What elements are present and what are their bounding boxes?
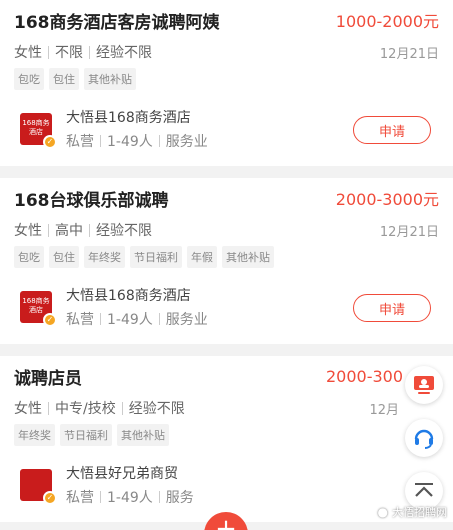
divider bbox=[48, 45, 49, 59]
job-salary: 2000-3000元 bbox=[335, 190, 439, 209]
company-industry: 服务 bbox=[165, 490, 194, 506]
company-logo-text: 168商务酒店 bbox=[22, 297, 50, 314]
watermark: ● 大悟招聘网 bbox=[378, 504, 447, 520]
divider bbox=[158, 135, 160, 147]
job-feed: 168商务酒店客房诚聘阿姨 1000-2000元 女性 不限 经验不限 12月2… bbox=[0, 0, 453, 522]
divider bbox=[48, 223, 49, 237]
company-industry: 服务业 bbox=[165, 134, 208, 150]
verified-icon: ✓ bbox=[43, 313, 57, 327]
req-gender: 女性 bbox=[14, 223, 42, 239]
benefit-tag: 包住 bbox=[49, 68, 79, 90]
apply-button[interactable]: 申请 bbox=[353, 116, 431, 144]
headset-icon bbox=[414, 429, 434, 449]
benefit-tag: 节日福利 bbox=[60, 424, 112, 446]
company-logo: ✓ bbox=[20, 469, 57, 505]
benefit-tag: 年终奖 bbox=[14, 424, 55, 446]
company-size: 1-49人 bbox=[107, 312, 153, 328]
company-name: 大悟县168商务酒店 bbox=[66, 110, 191, 126]
post-date: 12月21日 bbox=[379, 224, 439, 240]
company-type: 私营 bbox=[66, 312, 94, 328]
monitor-button[interactable] bbox=[405, 366, 443, 404]
apply-button[interactable]: 申请 bbox=[353, 294, 431, 322]
company-meta: 私营 1-49人 服务业 bbox=[66, 309, 208, 329]
divider bbox=[89, 223, 90, 237]
chevron-up-icon bbox=[415, 483, 433, 497]
post-date: 12月 bbox=[369, 402, 399, 418]
req-education: 中专/技校 bbox=[55, 401, 116, 417]
benefit-tag: 其他补贴 bbox=[222, 246, 274, 268]
benefit-tag: 其他补贴 bbox=[84, 68, 136, 90]
company-industry: 服务业 bbox=[165, 312, 208, 328]
job-requirements: 女性 中专/技校 经验不限 bbox=[14, 398, 185, 418]
job-card[interactable]: 168商务酒店客房诚聘阿姨 1000-2000元 女性 不限 经验不限 12月2… bbox=[0, 0, 453, 166]
company-type: 私营 bbox=[66, 490, 94, 506]
divider bbox=[100, 135, 101, 147]
benefit-tags: 包吃 包住 年终奖 节日福利 年假 其他补贴 bbox=[14, 244, 439, 270]
req-gender: 女性 bbox=[14, 45, 42, 61]
divider bbox=[100, 313, 101, 325]
company-logo: 168商务酒店 ✓ bbox=[20, 113, 57, 149]
job-salary: 2000-300 bbox=[325, 366, 403, 386]
job-title[interactable]: 诚聘店员 bbox=[14, 364, 82, 389]
req-experience: 经验不限 bbox=[96, 223, 152, 239]
job-card[interactable]: 168台球俱乐部诚聘 2000-3000元 女性 高中 经验不限 12月21日 … bbox=[0, 178, 453, 344]
job-card[interactable]: 诚聘店员 2000-300 女性 中专/技校 经验不限 12月 年终奖 节日福利… bbox=[0, 356, 453, 522]
benefit-tag: 其他补贴 bbox=[117, 424, 169, 446]
benefit-tag: 年假 bbox=[187, 246, 217, 268]
req-experience: 经验不限 bbox=[128, 401, 185, 417]
company-type: 私营 bbox=[66, 134, 94, 150]
company-name: 大悟县好兄弟商贸 bbox=[66, 466, 178, 482]
company-logo-text: 168商务酒店 bbox=[22, 119, 50, 136]
company-info[interactable]: 168商务酒店 ✓ 大悟县168商务酒店 私营 1-49人 服务业 申请 bbox=[14, 270, 439, 344]
divider bbox=[100, 491, 101, 503]
watermark-text: 大悟招聘网 bbox=[392, 506, 447, 519]
divider bbox=[48, 401, 49, 415]
company-info[interactable]: 168商务酒店 ✓ 大悟县168商务酒店 私营 1-49人 服务业 申请 bbox=[14, 92, 439, 166]
company-name: 大悟县168商务酒店 bbox=[66, 288, 191, 304]
monitor-icon bbox=[414, 376, 434, 394]
job-requirements: 女性 不限 经验不限 bbox=[14, 42, 152, 62]
divider bbox=[121, 401, 123, 415]
job-title[interactable]: 168商务酒店客房诚聘阿姨 bbox=[14, 8, 220, 33]
company-logo: 168商务酒店 ✓ bbox=[20, 291, 57, 327]
divider bbox=[89, 45, 90, 59]
divider bbox=[158, 491, 160, 503]
verified-icon: ✓ bbox=[43, 491, 57, 505]
customer-service-button[interactable] bbox=[405, 419, 443, 457]
benefit-tag: 节日福利 bbox=[130, 246, 182, 268]
job-salary: 1000-2000元 bbox=[335, 12, 439, 31]
company-info[interactable]: ✓ 大悟县好兄弟商贸 私营 1-49人 服务 bbox=[14, 448, 439, 522]
benefit-tag: 年终奖 bbox=[84, 246, 125, 268]
req-education: 不限 bbox=[55, 45, 83, 61]
post-date: 12月21日 bbox=[379, 46, 439, 62]
job-requirements: 女性 高中 经验不限 bbox=[14, 220, 152, 240]
job-title[interactable]: 168台球俱乐部诚聘 bbox=[14, 186, 169, 211]
company-size: 1-49人 bbox=[107, 134, 153, 150]
req-experience: 经验不限 bbox=[96, 45, 152, 61]
divider bbox=[158, 313, 160, 325]
benefit-tag: 包住 bbox=[49, 246, 79, 268]
verified-icon: ✓ bbox=[43, 135, 57, 149]
company-meta: 私营 1-49人 服务 bbox=[66, 487, 194, 507]
req-education: 高中 bbox=[55, 223, 83, 239]
wechat-icon: ● bbox=[377, 505, 388, 519]
benefit-tag: 包吃 bbox=[14, 246, 44, 268]
company-size: 1-49人 bbox=[107, 490, 153, 506]
benefit-tags: 年终奖 节日福利 其他补贴 bbox=[14, 422, 439, 448]
req-gender: 女性 bbox=[14, 401, 42, 417]
company-meta: 私营 1-49人 服务业 bbox=[66, 131, 208, 151]
benefit-tags: 包吃 包住 其他补贴 bbox=[14, 66, 439, 92]
benefit-tag: 包吃 bbox=[14, 68, 44, 90]
